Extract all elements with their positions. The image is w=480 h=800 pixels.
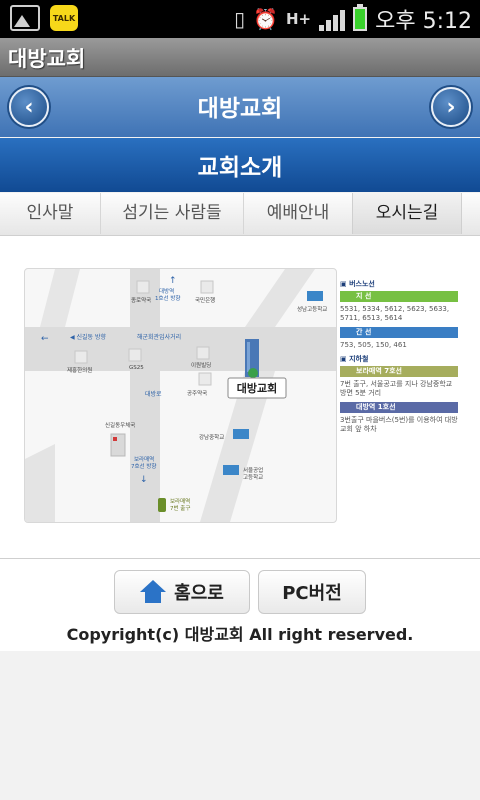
svg-text:↑: ↑: [169, 276, 177, 286]
network-h-plus-icon: H+: [285, 10, 312, 28]
divider: [0, 558, 480, 559]
tab-directions[interactable]: 오시는길: [352, 193, 462, 234]
map-label-exit7: 7번 출구: [170, 504, 190, 512]
legend-subway-heading: ▣ 지하철: [340, 355, 369, 363]
app-title-bar: 대방교회: [0, 38, 480, 77]
app-title: 대방교회: [8, 47, 86, 71]
map-label-gangnam-middle: 강남중학교: [199, 433, 224, 441]
map-label-iwon-building: 이원빌딩: [191, 361, 211, 369]
svg-text:↓: ↓: [140, 475, 148, 485]
home-button-label: 홈으로: [174, 583, 224, 604]
status-clock: 오후 5:12: [375, 9, 472, 34]
status-bar: TALK ▯ ⏰ H+ 오후 5:12: [0, 0, 480, 38]
map-label-boramae: 보라매역: [134, 455, 154, 463]
church-title: 대방교회: [197, 96, 283, 122]
map-church-label: 대방교회: [237, 381, 277, 395]
pc-version-label: PC버전: [282, 583, 342, 604]
legend-bus-branch-badge: 지 선: [340, 291, 458, 302]
next-button[interactable]: ›: [431, 87, 471, 127]
map-label-line7-direction: 7호선 방향: [131, 462, 157, 470]
legend-line7-text: 7번 출구, 서울공고를 지나 강남중학교 방면 5분 거리: [340, 380, 453, 397]
battery-icon: [353, 4, 368, 31]
copyright-text: Copyright(c) 대방교회 All right reserved.: [66, 625, 414, 644]
location-map: ◀ 신길동 방향 해군회관입사거리 대방로 대방교회 종로약국 국민은행 대방역…: [24, 268, 337, 523]
tab-staff[interactable]: 섬기는 사람들: [101, 193, 244, 234]
map-label-technical-school: 서울공업: [243, 466, 263, 474]
map-label-post-office: 신길동우체국: [105, 421, 135, 429]
legend-bus-branch-lines: 5531, 5334, 5612, 5623, 5633, 5711, 6513…: [340, 305, 450, 322]
alarm-icon: ⏰: [253, 7, 278, 31]
map-label-gongju-pharmacy: 공주약국: [187, 389, 207, 397]
pc-version-button[interactable]: PC버전: [258, 570, 366, 614]
map-label-seongnam-school: 성남고등학교: [297, 305, 327, 313]
legend-line1-badge: 대방역 1호선: [340, 402, 458, 413]
legend-line7-badge: 보라매역 7호선: [340, 366, 458, 377]
map-label-technical-school-2: 고등학교: [243, 473, 263, 481]
map-label-sinnam: ◀ 신길동 방향: [70, 333, 107, 341]
kakaotalk-icon: TALK: [50, 5, 78, 31]
directions-legend: ▣ 버스노선 지 선 5531, 5334, 5612, 5623, 5633,…: [340, 276, 458, 438]
section-title: 교회소개: [197, 155, 283, 181]
map-label-pharmacy: 종로약국: [131, 296, 151, 304]
content-area: ◀ 신길동 방향 해군회관입사거리 대방로 대방교회 종로약국 국민은행 대방역…: [0, 236, 480, 651]
signal-icon: [319, 7, 346, 31]
legend-bus-heading: ▣ 버스노선: [340, 280, 375, 288]
map-label-daebang-ro: 대방로: [145, 390, 162, 398]
section-header: 교회소개: [0, 138, 480, 192]
legend-bus-trunk-lines: 753, 505, 150, 461: [340, 341, 407, 349]
vibrate-icon: ▯: [234, 7, 246, 31]
map-label-boramae-exit: 보라매역: [170, 497, 190, 505]
tab-worship[interactable]: 예배안내: [244, 193, 352, 234]
gallery-icon: [10, 5, 40, 31]
map-label-line1-direction: 1호선 방향: [155, 294, 181, 302]
legend-bus-trunk-badge: 간 선: [340, 327, 458, 338]
map-label-gs25: GS25: [129, 365, 144, 371]
legend-line1-text: 3번출구 마을버스(5번)를 이용하여 대방교회 앞 하차: [340, 416, 458, 433]
tab-bar: 인사말 섬기는 사람들 예배안내 오시는길: [0, 193, 480, 236]
home-icon: [140, 580, 167, 604]
nav-header: ‹ 대방교회 ›: [0, 77, 480, 137]
map-label-intersection: 해군회관입사거리: [137, 333, 181, 341]
chevron-right-icon: ›: [446, 94, 456, 120]
tab-greeting[interactable]: 인사말: [0, 193, 101, 234]
map-label-clinic: 제홍한의원: [67, 366, 92, 374]
map-label-bank: 국민은행: [195, 296, 215, 304]
svg-text:←: ←: [41, 334, 49, 344]
map-label-daebang-station: 대방역: [159, 287, 174, 295]
home-button[interactable]: 홈으로: [114, 570, 250, 614]
